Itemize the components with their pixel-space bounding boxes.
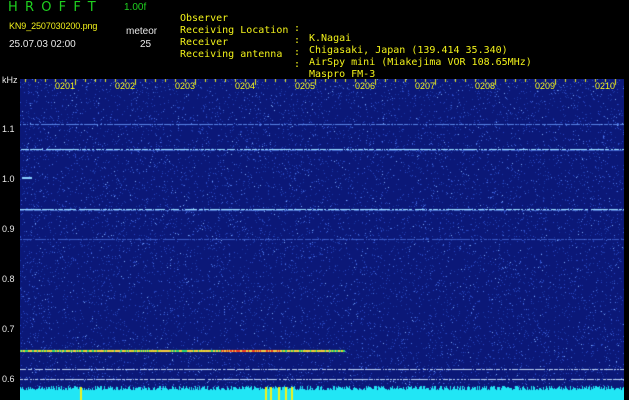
app-title: HROFFT — [8, 0, 103, 15]
info-colon: : — [294, 35, 301, 46]
count-label: 25 — [140, 39, 152, 50]
info-value: Chigasaki, Japan (139.414 35.340) — [309, 45, 508, 56]
mode-label: meteor — [126, 26, 158, 37]
spectrogram-plot — [20, 79, 624, 400]
info-colon: : — [294, 59, 301, 70]
x-tick-label: 0202 — [115, 81, 136, 91]
x-tick-label: 0206 — [355, 81, 376, 91]
y-tick-label: 1.1 — [2, 124, 15, 134]
y-tick-label: 1.0 — [2, 174, 15, 184]
x-tick-label: 0207 — [415, 81, 436, 91]
info-key: Receiving antenna — [180, 49, 283, 60]
x-tick-label: 0209 — [535, 81, 556, 91]
y-tick-label: 0.9 — [2, 224, 15, 234]
filename-label: KN9_2507030200.png — [9, 21, 98, 31]
x-tick-label: 0203 — [175, 81, 196, 91]
y-tick-label: 0.8 — [2, 274, 15, 284]
info-key: Receiving Location — [180, 25, 289, 36]
y-tick-label: 0.6 — [2, 374, 15, 384]
x-tick-label: 0205 — [295, 81, 316, 91]
x-tick-label: 0204 — [235, 81, 256, 91]
x-tick-label: 0210 — [595, 81, 616, 91]
y-tick-label: 0.7 — [2, 324, 15, 334]
info-row-antenna: Receiving antenna : Maspro FM-3 — [180, 40, 375, 80]
x-tick-label: 0201 — [55, 81, 76, 91]
info-colon: : — [294, 23, 301, 34]
version-label: 1.00f — [124, 2, 147, 13]
datetime-label: 25.07.03 02:00 — [9, 39, 76, 50]
info-value: AirSpy mini (Miakejima VOR 108.65MHz) — [309, 57, 532, 68]
info-colon: : — [294, 47, 301, 58]
info-value: K.Nagai — [309, 33, 352, 44]
x-tick-label: 0208 — [475, 81, 496, 91]
y-axis-unit: kHz — [2, 75, 18, 85]
